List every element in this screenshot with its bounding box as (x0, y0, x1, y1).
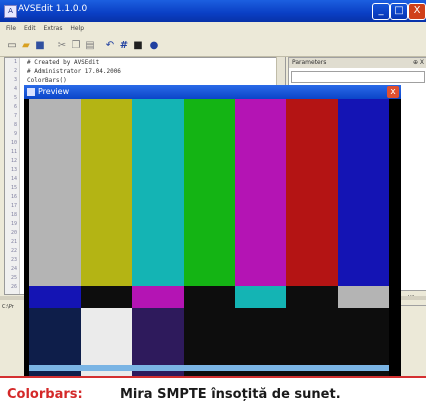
parameters-label: Parameters (292, 59, 327, 66)
line-number: 3 (13, 77, 17, 83)
cut-icon[interactable]: ✂ (56, 40, 68, 52)
line-number: 10 (10, 140, 17, 146)
menu-file[interactable]: File (6, 22, 16, 36)
menu-extras[interactable]: Extras (44, 22, 63, 36)
color-bar (183, 286, 236, 308)
line-number: 11 (10, 149, 17, 155)
line-number: 4 (13, 86, 17, 92)
minimize-button[interactable]: _ (372, 3, 390, 20)
info-icon[interactable]: ● (148, 40, 160, 52)
line-number: 15 (10, 185, 17, 191)
maximize-button[interactable]: □ (390, 3, 408, 20)
copy-icon[interactable]: ❐ (70, 40, 82, 52)
close-button[interactable]: X (408, 3, 426, 20)
color-bar (337, 99, 390, 286)
line-number: 8 (13, 122, 17, 128)
color-bar (29, 99, 81, 286)
color-bar (29, 286, 81, 308)
hash-icon[interactable]: # (118, 40, 130, 52)
panel-pin-close[interactable]: ⊕ X (413, 58, 424, 68)
caption-lead: Colorbars: (7, 387, 83, 402)
line-number: 14 (10, 176, 17, 182)
color-bar (131, 286, 184, 308)
color-bar (131, 99, 184, 286)
code-line: # Administrator 17.04.2006 (27, 68, 121, 75)
menu-edit[interactable]: Edit (24, 22, 36, 36)
line-number: 19 (10, 221, 17, 227)
line-number: 18 (10, 212, 17, 218)
line-number: 26 (10, 284, 17, 290)
preview-window: Preview x (24, 85, 401, 376)
line-number: 16 (10, 194, 17, 200)
color-bar (80, 99, 133, 286)
caption-text: Mira SMPTE însoțită de sunet. (120, 387, 341, 402)
undo-icon[interactable]: ↶ (104, 40, 116, 52)
line-number: 12 (10, 158, 17, 164)
line-number: 17 (10, 203, 17, 209)
figure-caption: Colorbars: Mira SMPTE însoțită de sunet. (0, 376, 426, 410)
line-number: 13 (10, 167, 17, 173)
color-bar (234, 99, 287, 286)
line-number: 22 (10, 248, 17, 254)
line-number: 2 (13, 68, 17, 74)
menubar: File Edit Extras Help (0, 22, 426, 36)
line-number: 23 (10, 257, 17, 263)
line-number-gutter: 1 2 3 4 5 6 7 8 9 10 11 12 13 14 15 16 17 18 19 20 21 22 23 24 2… (5, 58, 20, 294)
app-icon: A (4, 5, 17, 18)
new-icon[interactable]: ▭ (6, 40, 18, 52)
main-titlebar[interactable]: A AVSEdit 1.1.0.0 _ □ X (0, 0, 426, 22)
color-bar (286, 99, 338, 286)
parameters-header: Parameters ⊕ X (289, 58, 426, 68)
preview-titlebar[interactable]: Preview x (24, 85, 401, 99)
menu-help[interactable]: Help (70, 22, 84, 36)
color-bar (183, 99, 236, 286)
code-area[interactable]: # Created by AVSEdit # Administrator 17.… (27, 58, 121, 85)
code-line: ColorBars() (27, 77, 67, 84)
preview-title: Preview (38, 87, 70, 96)
save-icon[interactable]: ■ (34, 40, 46, 52)
line-number: 24 (10, 266, 17, 272)
color-bar (80, 286, 133, 308)
code-line: # Created by AVSEdit (27, 59, 100, 66)
stop-icon[interactable]: ■ (132, 40, 144, 52)
color-bar (234, 286, 287, 308)
window-title: AVSEdit 1.1.0.0 (18, 4, 88, 14)
screenshot: A AVSEdit 1.1.0.0 _ □ X File Edit Extras… (0, 0, 426, 376)
line-number: 5 (13, 95, 17, 101)
color-bar (337, 286, 390, 308)
paste-icon[interactable]: ▤ (84, 40, 96, 52)
line-number: 20 (10, 230, 17, 236)
open-icon[interactable]: ▰ (20, 40, 32, 52)
line-number: 9 (13, 131, 17, 137)
line-number: 25 (10, 275, 17, 281)
preview-app-icon (27, 88, 35, 96)
toolbar: ▭ ▰ ■ ✂ ❐ ▤ ↶ # ■ ● (0, 36, 426, 57)
parameters-dropdown[interactable] (291, 71, 425, 83)
line-number: 7 (13, 113, 17, 119)
seek-bar[interactable] (29, 365, 389, 371)
preview-close-button[interactable]: x (387, 86, 399, 98)
color-bar (286, 286, 338, 308)
colorbars-video (29, 99, 401, 376)
line-number: 21 (10, 239, 17, 245)
line-number: 1 (13, 59, 17, 65)
line-number: 6 (13, 104, 17, 110)
